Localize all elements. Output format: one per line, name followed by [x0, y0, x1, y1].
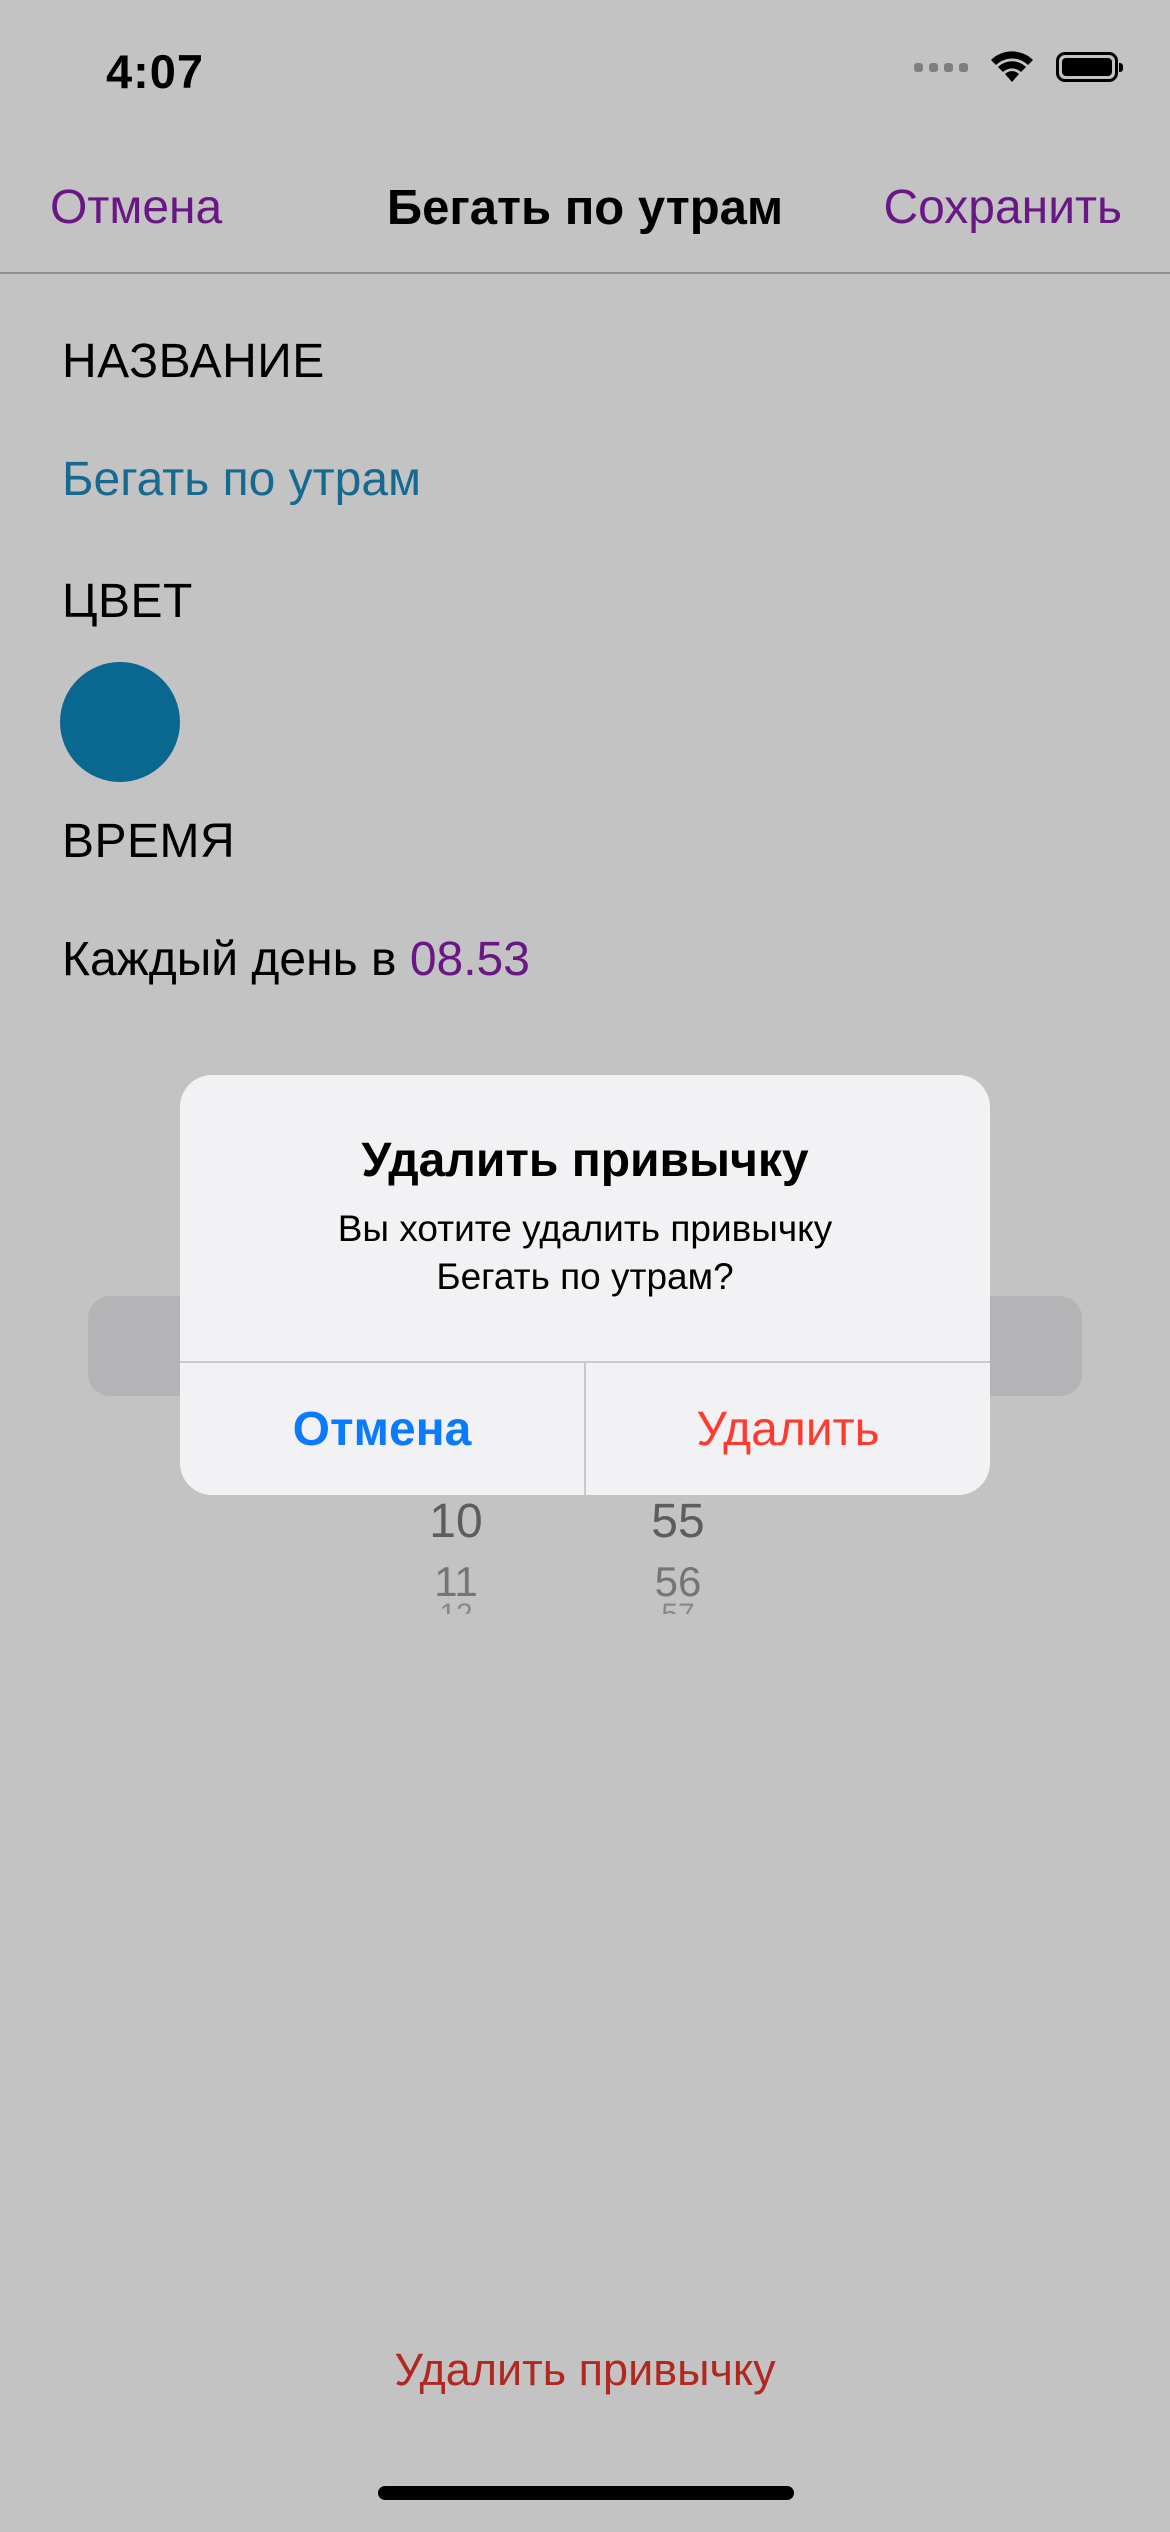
habit-edit-screen: 4:07 Отмена Бегать по утрам Сохранить НА…: [0, 0, 1170, 2532]
delete-confirm-alert: Удалить привычку Вы хотите удалить привы…: [180, 1075, 990, 1495]
alert-delete-button[interactable]: Удалить: [586, 1363, 990, 1495]
alert-title: Удалить привычку: [361, 1134, 809, 1187]
home-indicator: [378, 2486, 794, 2500]
alert-message-line: Бегать по утрам?: [436, 1256, 734, 1297]
alert-message: Вы хотите удалить привычку Бегать по утр…: [220, 1205, 950, 1301]
alert-cancel-button[interactable]: Отмена: [180, 1363, 584, 1495]
alert-message-line: Вы хотите удалить привычку: [337, 1208, 833, 1249]
